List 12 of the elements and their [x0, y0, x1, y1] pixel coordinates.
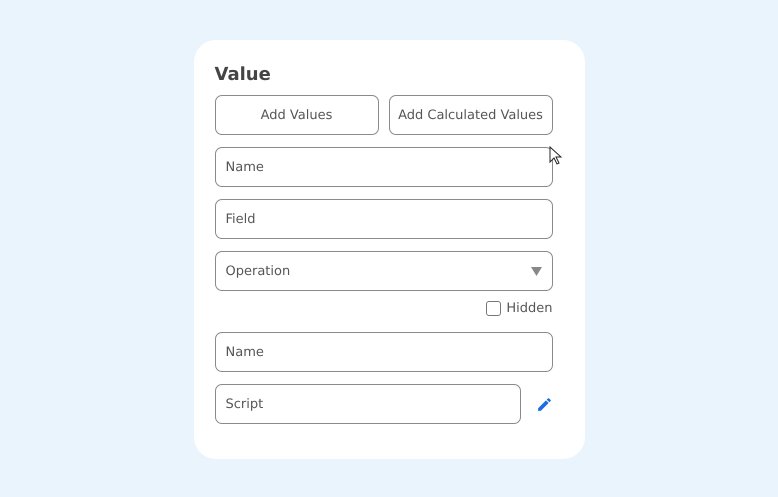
text-field[interactable]: Name	[214, 147, 552, 187]
caret-icon	[530, 266, 542, 276]
text-field[interactable]: Script	[214, 384, 520, 424]
text-field[interactable]: Name	[214, 332, 552, 372]
dropdown-field[interactable]: Operation	[214, 251, 552, 291]
hidden-checkbox[interactable]: Hidden	[486, 301, 552, 316]
cursor-icon	[549, 146, 562, 165]
add-button[interactable]: Add Calculated Values	[388, 95, 552, 135]
pencil-icon[interactable]	[536, 396, 552, 412]
text-field[interactable]: Field	[214, 199, 552, 239]
form-title: Value	[214, 64, 272, 84]
add-button[interactable]: Add Values	[214, 95, 378, 135]
